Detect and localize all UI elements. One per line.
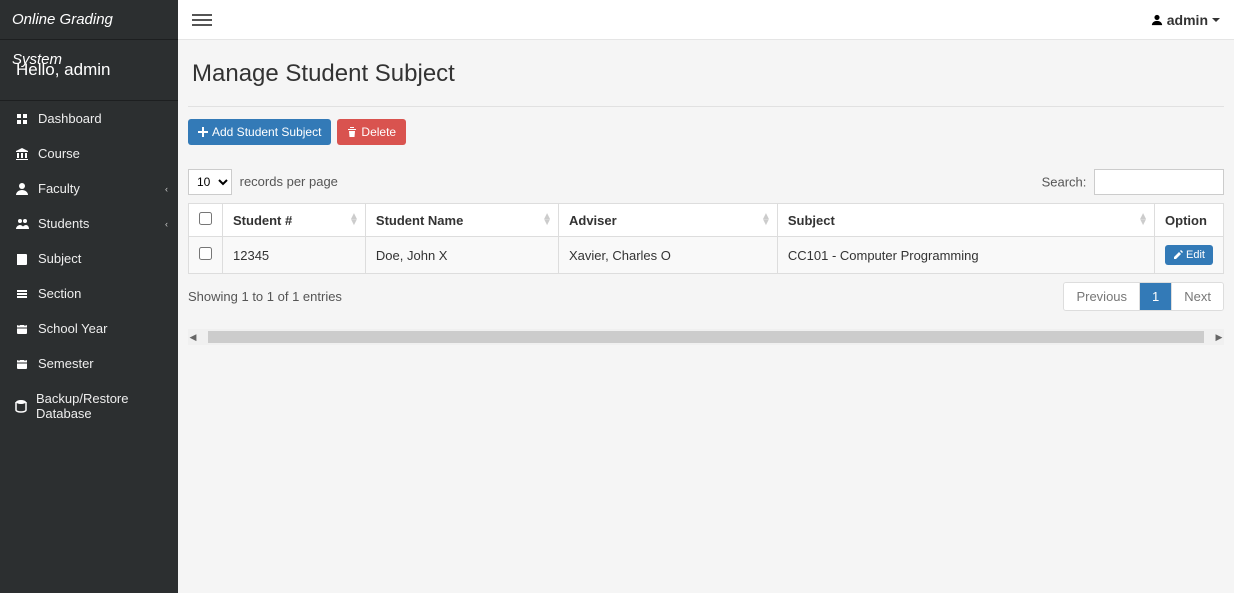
datatable-top: 10 records per page Search: <box>188 169 1224 195</box>
brand-title: Online Grading System <box>0 0 178 40</box>
search-label: Search: <box>1042 175 1087 190</box>
sidebar-item-section[interactable]: Section <box>0 276 178 311</box>
sidebar-item-dashboard[interactable]: Dashboard <box>0 101 178 136</box>
sidebar-item-subject[interactable]: Subject <box>0 241 178 276</box>
edit-label: Edit <box>1186 249 1205 261</box>
datatable-bottom: Showing 1 to 1 of 1 entries Previous 1 N… <box>188 282 1224 311</box>
edit-icon <box>1173 250 1183 260</box>
action-bar: Add Student Subject Delete <box>188 119 1224 145</box>
subject-icon <box>14 252 30 266</box>
cell-student-name: Doe, John X <box>365 237 558 274</box>
table-info: Showing 1 to 1 of 1 entries <box>188 289 342 304</box>
sidebar-item-schoolyear[interactable]: School Year <box>0 311 178 346</box>
sidebar-item-course[interactable]: Course <box>0 136 178 171</box>
sidebar-item-label: Subject <box>38 251 81 266</box>
chevron-left-icon: ‹ <box>165 219 168 229</box>
select-all-checkbox[interactable] <box>199 212 212 225</box>
user-menu[interactable]: admin <box>1151 12 1220 28</box>
col-select-all <box>189 204 223 237</box>
hamburger-icon[interactable] <box>192 10 212 30</box>
sort-icon: ▲▼ <box>349 214 359 226</box>
sidebar-item-faculty[interactable]: Faculty ‹ <box>0 171 178 206</box>
sidebar-item-label: Course <box>38 146 80 161</box>
topbar: admin <box>178 0 1234 40</box>
section-icon <box>14 287 30 301</box>
scroll-track[interactable] <box>208 331 1204 343</box>
page-1[interactable]: 1 <box>1139 283 1171 310</box>
sort-icon: ▲▼ <box>1138 214 1148 226</box>
sidebar-item-label: Dashboard <box>38 111 102 126</box>
scroll-left-arrow[interactable]: ◀ <box>188 332 198 343</box>
sidebar-item-label: School Year <box>38 321 107 336</box>
user-icon <box>1151 14 1163 26</box>
backup-icon <box>14 399 28 413</box>
user-name: admin <box>1167 12 1208 28</box>
page-length-select[interactable]: 10 <box>188 169 232 195</box>
col-student-name[interactable]: Student Name ▲▼ <box>365 204 558 237</box>
search-control: Search: <box>1042 169 1224 195</box>
cell-subject: CC101 - Computer Programming <box>777 237 1154 274</box>
nav-list: Dashboard Course Faculty ‹ Students ‹ <box>0 101 178 431</box>
edit-button[interactable]: Edit <box>1165 245 1213 265</box>
sidebar-item-backup[interactable]: Backup/Restore Database <box>0 381 178 431</box>
col-option: Option <box>1155 204 1224 237</box>
sidebar-item-label: Semester <box>38 356 94 371</box>
sidebar-item-semester[interactable]: Semester <box>0 346 178 381</box>
sort-icon: ▲▼ <box>761 214 771 226</box>
dashboard-icon <box>14 112 30 126</box>
chevron-left-icon: ‹ <box>165 184 168 194</box>
cell-select <box>189 237 223 274</box>
trash-icon <box>347 127 357 137</box>
page-previous[interactable]: Previous <box>1064 283 1139 310</box>
col-subject[interactable]: Subject ▲▼ <box>777 204 1154 237</box>
main: admin Manage Student Subject Add Student… <box>178 0 1234 593</box>
scroll-right-arrow[interactable]: ▶ <box>1214 332 1224 343</box>
plus-icon <box>198 127 208 137</box>
content: Manage Student Subject Add Student Subje… <box>178 40 1234 355</box>
add-button-label: Add Student Subject <box>212 125 321 139</box>
faculty-icon <box>14 182 30 196</box>
pagination: Previous 1 Next <box>1063 282 1224 311</box>
table-header-row: Student # ▲▼ Student Name ▲▼ Adviser ▲▼ … <box>189 204 1224 237</box>
sidebar-item-students[interactable]: Students ‹ <box>0 206 178 241</box>
sort-icon: ▲▼ <box>542 214 552 226</box>
student-subject-table: Student # ▲▼ Student Name ▲▼ Adviser ▲▼ … <box>188 203 1224 274</box>
cell-option: Edit <box>1155 237 1224 274</box>
table-row: 12345 Doe, John X Xavier, Charles O CC10… <box>189 237 1224 274</box>
cell-adviser: Xavier, Charles O <box>559 237 778 274</box>
delete-button-label: Delete <box>361 125 396 139</box>
sidebar: Online Grading System Hello, admin Dashb… <box>0 0 178 593</box>
students-icon <box>14 217 30 231</box>
delete-button[interactable]: Delete <box>337 119 406 145</box>
horizontal-scrollbar[interactable]: ◀ ▶ <box>188 329 1224 345</box>
sidebar-item-label: Students <box>38 216 89 231</box>
page-title: Manage Student Subject <box>188 50 1224 107</box>
length-control: 10 records per page <box>188 169 338 195</box>
length-suffix: records per page <box>240 174 338 189</box>
sidebar-item-label: Section <box>38 286 81 301</box>
search-input[interactable] <box>1094 169 1224 195</box>
cell-student-no: 12345 <box>223 237 366 274</box>
sidebar-item-label: Faculty <box>38 181 80 196</box>
sidebar-item-label: Backup/Restore Database <box>36 391 164 421</box>
add-student-subject-button[interactable]: Add Student Subject <box>188 119 331 145</box>
col-adviser[interactable]: Adviser ▲▼ <box>559 204 778 237</box>
col-student-no[interactable]: Student # ▲▼ <box>223 204 366 237</box>
schoolyear-icon <box>14 322 30 336</box>
caret-down-icon <box>1212 18 1220 22</box>
page-next[interactable]: Next <box>1171 283 1223 310</box>
semester-icon <box>14 357 30 371</box>
row-checkbox[interactable] <box>199 247 212 260</box>
course-icon <box>14 147 30 161</box>
